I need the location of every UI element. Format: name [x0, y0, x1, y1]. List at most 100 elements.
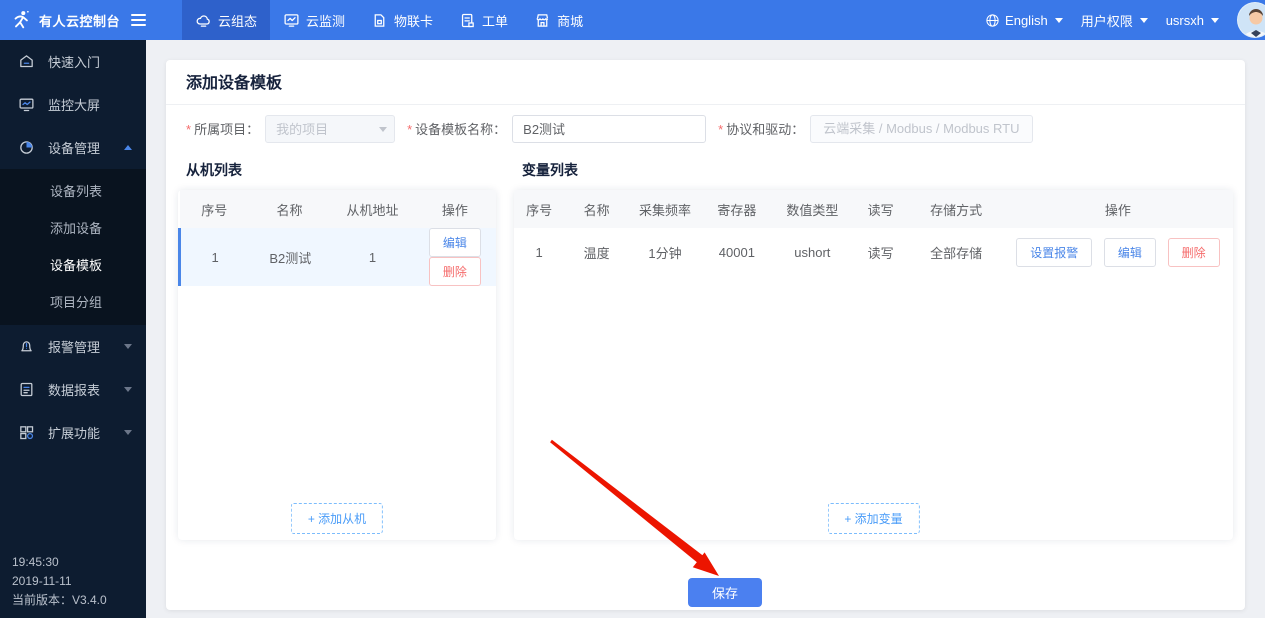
usr-person-logo-icon [10, 9, 32, 31]
chevron-down-icon [379, 126, 388, 132]
column-header-readwrite: 读写 [851, 190, 910, 228]
required-asterisk: * [407, 122, 413, 137]
list-columns: 从机列表 序号 名称 从机地址 操作 1 B2测试 1 编辑 删除 + 添加从机… [166, 152, 1245, 540]
sidebar-item-device-management[interactable]: 设备管理 [0, 126, 146, 169]
project-label: * 所属项目： [186, 122, 260, 137]
sidebar-item-device-list[interactable]: 设备列表 [0, 173, 146, 210]
sidebar-item-extensions[interactable]: 扩展功能 [0, 411, 146, 454]
delete-slave-button[interactable]: 删除 [428, 257, 481, 286]
add-variable-button[interactable]: + 添加变量 [827, 503, 920, 534]
logo[interactable]: 有人云控制台 [0, 9, 146, 31]
protocol-value: 云端采集 / Modbus / Modbus RTU [810, 114, 1033, 143]
column-header-name: 名称 [249, 190, 332, 228]
sidebar-item-label: 快速入门 [48, 55, 101, 70]
add-slave-button[interactable]: + 添加从机 [290, 503, 384, 534]
cell-name: B2测试 [249, 228, 332, 286]
sidebar-item-alarm-management[interactable]: 报警管理 [0, 325, 146, 368]
grid-apps-icon [18, 424, 35, 441]
menu-toggle-icon[interactable] [131, 14, 146, 26]
protocol-label: * 协议和驱动： [718, 122, 805, 137]
column-header-storage: 存储方式 [909, 190, 1003, 228]
variable-table-header: 序号 名称 采集频率 寄存器 数值类型 读写 存储方式 操作 [514, 190, 1233, 228]
column-header-seq: 序号 [179, 190, 250, 228]
chevron-down-icon [124, 387, 132, 392]
permission-label: 用户权限 [1080, 13, 1133, 29]
cell-frequency: 1分钟 [648, 245, 682, 261]
current-time: 19:45:30 [12, 555, 59, 569]
chevron-up-icon [124, 145, 132, 150]
monitor-chart-icon [283, 12, 300, 29]
avatar[interactable] [1237, 2, 1265, 38]
version-label: 当前版本：V3.4.0 [12, 593, 107, 607]
column-header-frequency: 采集频率 [629, 190, 701, 228]
cell-name: 温度 [583, 245, 610, 261]
project-select-value[interactable] [265, 114, 396, 143]
home-icon [18, 53, 35, 70]
edit-variable-button[interactable]: 编辑 [1103, 237, 1156, 267]
tab-cloud-monitor[interactable]: 云监测 [270, 0, 358, 40]
globe-icon [985, 13, 1000, 28]
topbar-right: English 用户权限 usrsxh [985, 2, 1265, 38]
slave-list-panel: 序号 名称 从机地址 操作 1 B2测试 1 编辑 删除 + 添加从机 [178, 190, 496, 540]
cloud-icon [195, 12, 212, 29]
cell-storage: 全部存储 [930, 245, 983, 261]
sidebar-item-data-report[interactable]: 数据报表 [0, 368, 146, 411]
sidebar-item-big-screen[interactable]: 监控大屏 [0, 83, 146, 126]
top-nav: 云组态 云监测 物联卡 工单 商城 [182, 0, 596, 40]
tab-label: 商城 [557, 13, 584, 29]
sidebar-item-label: 设备管理 [48, 141, 101, 156]
tab-iot-card[interactable]: 物联卡 [358, 0, 446, 40]
chevron-down-icon [1054, 17, 1063, 23]
sidebar-item-label: 数据报表 [48, 383, 101, 398]
delete-variable-button[interactable]: 删除 [1167, 237, 1220, 267]
column-header-seq: 序号 [514, 190, 565, 228]
tab-cloud-scada[interactable]: 云组态 [182, 0, 271, 40]
template-name-label: * 设备模板名称： [407, 122, 507, 137]
tab-mall[interactable]: 商城 [521, 0, 596, 40]
sidebar-item-add-device[interactable]: 添加设备 [0, 210, 146, 247]
required-asterisk: * [186, 122, 192, 137]
device-management-submenu: 设备列表 添加设备 设备模板 项目分组 [0, 169, 146, 325]
variable-list-title: 变量列表 [522, 162, 578, 178]
sidebar-item-label: 扩展功能 [48, 426, 101, 441]
variable-column: 变量列表 序号 名称 采集频率 寄存器 数值类型 读写 存储方式 操作 1 温度… [514, 152, 1233, 540]
slave-column: 从机列表 序号 名称 从机地址 操作 1 B2测试 1 编辑 删除 + 添加从机 [178, 152, 496, 540]
cell-seq: 1 [535, 244, 543, 260]
cell-register: 40001 [718, 244, 755, 260]
sidebar-item-label: 监控大屏 [48, 98, 101, 113]
pie-chart-icon [18, 139, 35, 156]
variable-table: 序号 名称 采集频率 寄存器 数值类型 读写 存储方式 操作 1 温度 1分钟 … [514, 190, 1233, 276]
column-header-actions: 操作 [413, 190, 496, 228]
variable-table-row[interactable]: 1 温度 1分钟 40001 ushort 读写 全部存储 设置报警 编辑 删除 [514, 228, 1233, 276]
chevron-down-icon [1139, 17, 1148, 23]
save-button[interactable]: 保存 [688, 578, 762, 607]
permission-menu[interactable]: 用户权限 [1081, 11, 1148, 30]
sidebar: 快速入门 监控大屏 设备管理 设备列表 添加设备 设备模板 项目分组 报警管理 … [0, 40, 146, 618]
sidebar-footer: 19:45:30 2019-11-11 当前版本：V3.4.0 [12, 553, 107, 610]
sidebar-item-quick-start[interactable]: 快速入门 [0, 40, 146, 83]
tab-label: 云监测 [306, 13, 346, 29]
chevron-down-icon [124, 430, 132, 435]
main-content: 添加设备模板 *所属项目： *设备模板名称： *协议和驱动： 云端采集 / Mo… [146, 40, 1265, 618]
sidebar-item-device-template[interactable]: 设备模板 [0, 247, 146, 284]
sidebar-item-project-group[interactable]: 项目分组 [0, 284, 146, 321]
sidebar-item-label: 报警管理 [48, 340, 101, 355]
cell-address: 1 [331, 228, 414, 286]
set-alarm-button[interactable]: 设置报警 [1016, 237, 1093, 267]
app-title: 有人云控制台 [39, 13, 121, 29]
project-select[interactable] [265, 114, 396, 143]
slave-table-header: 序号 名称 从机地址 操作 [179, 190, 496, 228]
column-header-datatype: 数值类型 [772, 190, 852, 228]
language-menu[interactable]: English [985, 13, 1063, 28]
slave-table-row[interactable]: 1 B2测试 1 编辑 删除 [178, 228, 496, 286]
tab-label: 工单 [482, 13, 509, 29]
report-icon [18, 381, 35, 398]
chevron-down-icon [124, 344, 132, 349]
cell-seq: 1 [178, 228, 250, 286]
edit-slave-button[interactable]: 编辑 [428, 228, 481, 257]
tab-work-order[interactable]: 工单 [446, 0, 521, 40]
template-name-input[interactable] [512, 114, 707, 143]
screen-icon [18, 96, 35, 113]
add-template-card: 添加设备模板 *所属项目： *设备模板名称： *协议和驱动： 云端采集 / Mo… [166, 60, 1245, 610]
user-menu[interactable]: usrsxh [1166, 13, 1219, 28]
